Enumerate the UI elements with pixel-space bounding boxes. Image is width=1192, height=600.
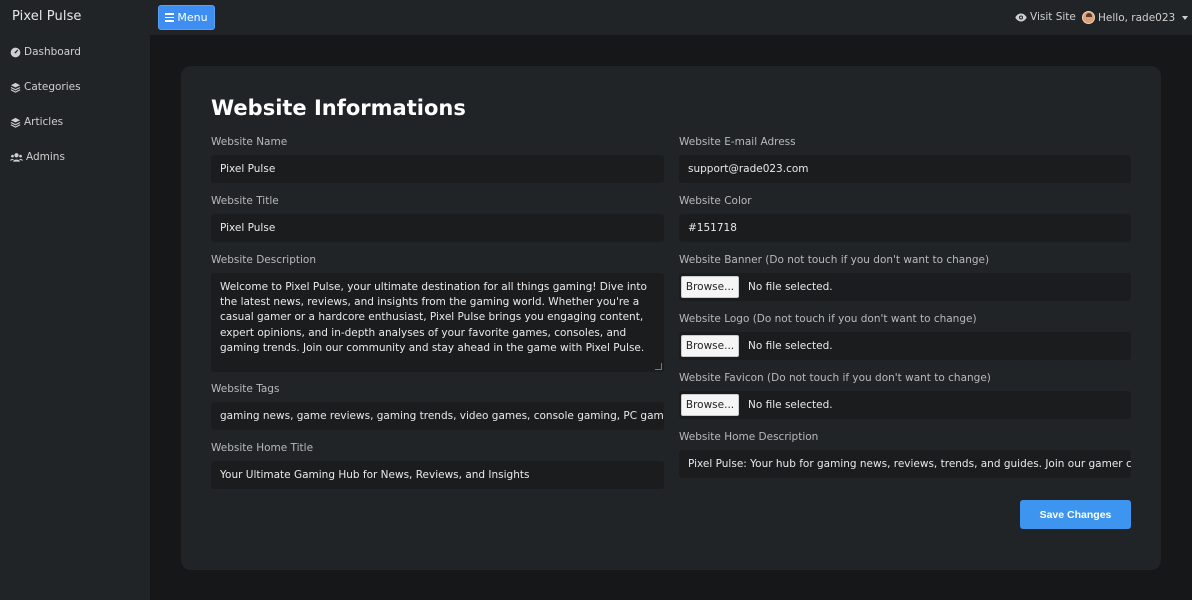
sidebar-item-articles[interactable]: Articles bbox=[10, 116, 63, 128]
website-home-title-label: Website Home Title bbox=[211, 442, 314, 454]
website-favicon-file-input[interactable]: Browse... No file selected. bbox=[679, 391, 1131, 419]
menu-button-label: Menu bbox=[177, 11, 208, 24]
sidebar-item-label: Categories bbox=[24, 81, 81, 93]
favicon-file-status: No file selected. bbox=[748, 399, 833, 411]
website-home-title-input[interactable]: Your Ultimate Gaming Hub for News, Revie… bbox=[211, 461, 664, 489]
dashboard-icon bbox=[10, 47, 21, 57]
website-color-input[interactable]: #151718 bbox=[679, 214, 1131, 242]
layers-icon bbox=[10, 82, 21, 93]
website-home-description-label: Website Home Description bbox=[679, 431, 819, 443]
sidebar-item-label: Articles bbox=[24, 116, 64, 128]
avatar bbox=[1082, 11, 1095, 24]
favicon-browse-button[interactable]: Browse... bbox=[681, 394, 739, 416]
website-tags-input[interactable]: gaming news, game reviews, gaming trends… bbox=[211, 402, 664, 430]
website-description-textarea[interactable]: Welcome to Pixel Pulse, your ultimate de… bbox=[211, 273, 664, 372]
website-email-input[interactable]: support@rade023.com bbox=[679, 155, 1131, 183]
sidebar-item-dashboard[interactable]: Dashboard bbox=[10, 46, 81, 58]
website-banner-file-input[interactable]: Browse... No file selected. bbox=[679, 273, 1131, 301]
page-title: Website Informations bbox=[211, 96, 466, 120]
user-greeting: Hello, rade023 bbox=[1098, 11, 1176, 24]
visit-site-link[interactable]: Visit Site bbox=[1015, 11, 1076, 23]
website-home-description-input[interactable]: Pixel Pulse: Your hub for gaming news, r… bbox=[679, 450, 1131, 478]
website-tags-label: Website Tags bbox=[211, 383, 280, 395]
layers-icon bbox=[10, 117, 21, 128]
users-icon bbox=[10, 152, 23, 162]
visit-site-label: Visit Site bbox=[1030, 11, 1076, 23]
website-description-text: Welcome to Pixel Pulse, your ultimate de… bbox=[220, 281, 647, 354]
website-info-card: Website Informations Website Name Pixel … bbox=[181, 66, 1161, 570]
website-name-input[interactable]: Pixel Pulse bbox=[211, 155, 664, 183]
logo-browse-button[interactable]: Browse... bbox=[681, 335, 739, 357]
eye-icon bbox=[1015, 13, 1027, 21]
website-email-label: Website E-mail Adress bbox=[679, 136, 796, 148]
website-color-label: Website Color bbox=[679, 195, 752, 207]
menu-toggle-button[interactable]: Menu bbox=[158, 5, 215, 30]
website-name-label: Website Name bbox=[211, 136, 288, 148]
website-logo-label: Website Logo (Do not touch if you don't … bbox=[679, 313, 977, 325]
sidebar-item-label: Admins bbox=[26, 151, 65, 163]
website-logo-file-input[interactable]: Browse... No file selected. bbox=[679, 332, 1131, 360]
website-banner-label: Website Banner (Do not touch if you don'… bbox=[679, 254, 990, 266]
banner-file-status: No file selected. bbox=[748, 281, 833, 293]
resize-handle-icon[interactable] bbox=[655, 363, 662, 370]
banner-browse-button[interactable]: Browse... bbox=[681, 276, 739, 298]
website-description-label: Website Description bbox=[211, 254, 316, 266]
caret-down-icon bbox=[1182, 15, 1189, 20]
website-favicon-label: Website Favicon (Do not touch if you don… bbox=[679, 372, 991, 384]
sidebar-item-categories[interactable]: Categories bbox=[10, 81, 81, 93]
website-title-label: Website Title bbox=[211, 195, 279, 207]
sidebar: Dashboard Categories Articles Admins bbox=[0, 35, 150, 600]
top-navbar: Pixel Pulse Menu Visit Site Hello, rade0… bbox=[0, 0, 1192, 35]
hamburger-icon bbox=[165, 13, 175, 22]
sidebar-item-admins[interactable]: Admins bbox=[10, 151, 65, 163]
brand-name[interactable]: Pixel Pulse bbox=[12, 9, 82, 24]
website-title-input[interactable]: Pixel Pulse bbox=[211, 214, 664, 242]
sidebar-item-label: Dashboard bbox=[24, 46, 81, 58]
save-changes-button[interactable]: Save Changes bbox=[1020, 500, 1131, 529]
user-dropdown[interactable]: Hello, rade023 bbox=[1082, 11, 1189, 24]
logo-file-status: No file selected. bbox=[748, 340, 833, 352]
